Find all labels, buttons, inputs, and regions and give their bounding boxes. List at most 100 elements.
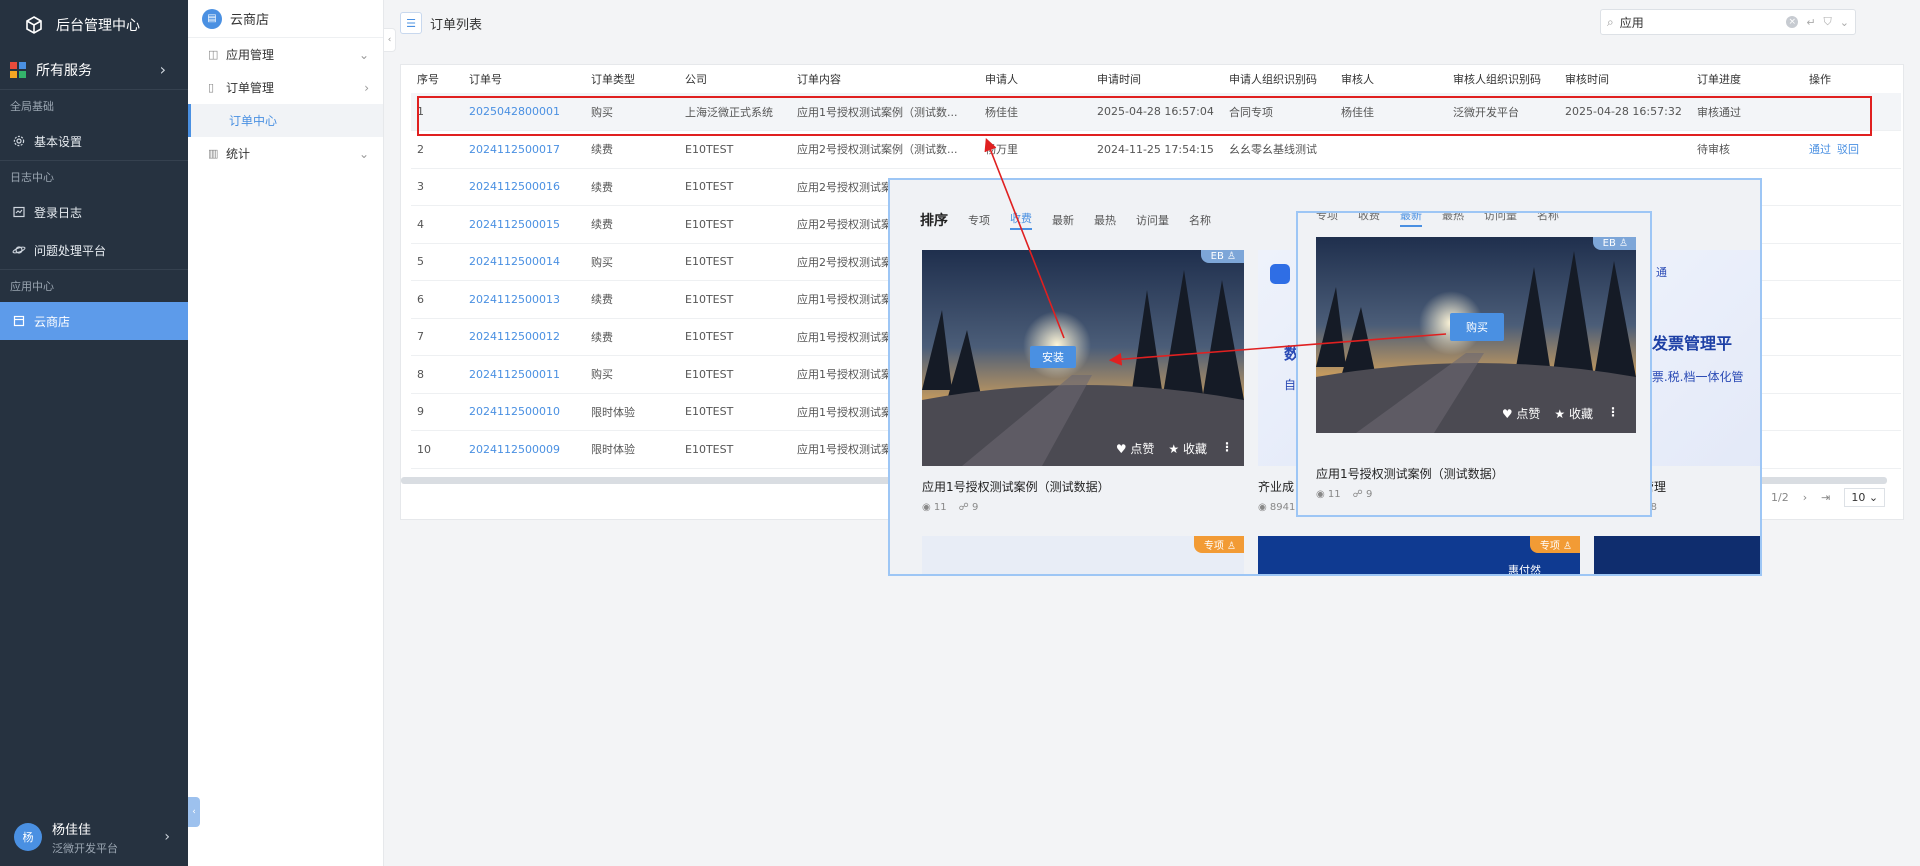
table-cell: E10TEST bbox=[679, 430, 791, 469]
order-number-link[interactable]: 2024112500014 bbox=[463, 243, 585, 281]
tab-name[interactable]: 名称 bbox=[1537, 213, 1559, 227]
reject-link[interactable]: 驳回 bbox=[1837, 143, 1859, 156]
buy-button[interactable]: 购买 bbox=[1450, 313, 1504, 341]
table-cell: E10TEST bbox=[679, 130, 791, 169]
tab-hottest[interactable]: 最热 bbox=[1442, 213, 1464, 227]
table-header: 序号 订单号 订单类型 公司 订单内容 申请人 申请时间 申请人组织识别码 审核人 审核人组织识别… bbox=[411, 65, 1901, 93]
install-button[interactable]: 安装 bbox=[1030, 346, 1076, 368]
approve-link[interactable]: 通过 bbox=[1809, 143, 1831, 156]
order-number-link[interactable]: 2024112500011 bbox=[463, 355, 585, 394]
more-icon[interactable]: ⋮ bbox=[1221, 440, 1233, 457]
subnav-item-app-management[interactable]: ◫ 应用管理 ⌄ bbox=[188, 38, 383, 71]
column-header: 订单号 bbox=[469, 73, 502, 86]
table-cell: 5 bbox=[411, 243, 463, 281]
tab-special[interactable]: 专项 bbox=[1316, 213, 1338, 227]
sidebar-item-basic-settings[interactable]: 基本设置 bbox=[0, 122, 188, 160]
app-card-title: 应用1号授权测试案例（测试数据） bbox=[1316, 467, 1504, 481]
buy-card-popup: 专项 收费 最新 最热 访问量 名称 EB ♙ 购买 ♥ 点赞 ★ 收藏 ⋮ 应… bbox=[1296, 211, 1652, 517]
order-number-link[interactable]: 2024112500012 bbox=[463, 318, 585, 356]
table-cell bbox=[1803, 393, 1901, 431]
badge-special: 专项 ♙ bbox=[1193, 536, 1244, 553]
table-cell: 幺幺零幺基线测试 bbox=[1223, 130, 1335, 169]
chevron-down-icon[interactable]: ⌄ bbox=[1840, 16, 1849, 29]
store-icon: ▤ bbox=[202, 8, 222, 29]
more-icon[interactable]: ⋮ bbox=[1607, 405, 1619, 422]
order-number-link[interactable]: 2024112500017 bbox=[463, 130, 585, 169]
badge-text: EB bbox=[1602, 238, 1616, 249]
subnav-item-label: 统计 bbox=[226, 147, 251, 161]
app-card-4[interactable]: 专项 ♙ bbox=[922, 536, 1244, 574]
tab-visits[interactable]: 访问量 bbox=[1484, 213, 1517, 227]
subnav-item-statistics[interactable]: ▥ 统计 ⌄ bbox=[188, 137, 383, 170]
column-header: 审核人组织识别码 bbox=[1453, 73, 1541, 86]
order-number-link[interactable]: 2024112500015 bbox=[463, 205, 585, 244]
tab-newest[interactable]: 最新 bbox=[1052, 212, 1074, 228]
page-size-select[interactable]: 10 ⌄ bbox=[1844, 488, 1886, 507]
order-number-link[interactable]: 2024112500013 bbox=[463, 280, 585, 319]
filter-icon[interactable]: ⛉ bbox=[1824, 15, 1832, 29]
all-services-button[interactable]: 所有服务 › bbox=[0, 50, 188, 90]
table-cell: 8 bbox=[411, 355, 463, 394]
sidebar-item-cloud-store[interactable]: 云商店 bbox=[0, 302, 188, 340]
user-profile[interactable]: 杨 杨佳佳 泛微开发平台 › bbox=[0, 808, 188, 866]
subnav-item-order-center[interactable]: 订单中心 bbox=[188, 104, 383, 137]
search-box: ⌕ × ↵ ⛉ ⌄ bbox=[1600, 9, 1856, 35]
order-number-link[interactable]: 2024112500010 bbox=[463, 393, 585, 431]
table-row[interactable]: 2 2024112500017 续费 E10TEST 应用2号授权测试案例（测试数...… bbox=[411, 130, 1901, 169]
collapse-subnav-button[interactable]: ‹ bbox=[384, 28, 396, 52]
views-count: 11 bbox=[1327, 489, 1341, 500]
app-card-5[interactable]: 专项 ♙ 惠付然 bbox=[1258, 536, 1580, 574]
favorite-label: 收藏 bbox=[1182, 442, 1207, 456]
clear-icon[interactable]: × bbox=[1786, 16, 1799, 28]
badge-special: 专项 ♙ bbox=[1529, 536, 1580, 553]
tab-paid[interactable]: 收费 bbox=[1010, 210, 1032, 230]
app-manage-icon: ◫ bbox=[208, 48, 219, 61]
tab-paid[interactable]: 收费 bbox=[1358, 213, 1380, 227]
like-button[interactable]: ♥ 点赞 bbox=[1502, 405, 1541, 422]
column-header: 订单进度 bbox=[1697, 73, 1741, 86]
views-stat: ◉ 11 bbox=[922, 502, 947, 513]
table-cell: E10TEST bbox=[679, 318, 791, 356]
like-button[interactable]: ♥ 点赞 bbox=[1116, 440, 1155, 457]
app-card-1[interactable]: EB ♙ 安装 ♥ 点赞 ★ 收藏 ⋮ bbox=[922, 250, 1244, 466]
subnav-item-label: 订单管理 bbox=[226, 81, 275, 95]
table-cell: 购买 bbox=[585, 355, 679, 394]
card-actions: ♥ 点赞 ★ 收藏 ⋮ bbox=[1116, 440, 1233, 457]
sidebar-item-issue-platform[interactable]: 问题处理平台 bbox=[0, 231, 188, 269]
enter-icon[interactable]: ↵ bbox=[1806, 16, 1815, 29]
tab-name[interactable]: 名称 bbox=[1189, 212, 1211, 228]
views-count: 11 bbox=[933, 502, 947, 513]
tab-newest[interactable]: 最新 bbox=[1400, 213, 1422, 227]
table-cell bbox=[1559, 130, 1691, 169]
apps-grid-icon bbox=[10, 61, 26, 78]
tab-special[interactable]: 专项 bbox=[968, 212, 990, 228]
sidebar-item-label: 问题处理平台 bbox=[34, 243, 107, 258]
column-header: 公司 bbox=[685, 73, 707, 86]
last-page-icon[interactable]: ⇥ bbox=[1821, 491, 1830, 504]
table-cell: 4 bbox=[411, 205, 463, 244]
user-org: 泛微开发平台 bbox=[52, 841, 118, 855]
table-cell: 续费 bbox=[585, 280, 679, 319]
card2-text-2: 自 bbox=[1284, 378, 1297, 392]
favorite-button[interactable]: ★ 收藏 bbox=[1554, 405, 1593, 422]
table-cell: 限时体验 bbox=[585, 430, 679, 469]
chevron-right-icon: › bbox=[364, 80, 369, 95]
order-number-link[interactable]: 2024112500009 bbox=[463, 430, 585, 469]
favorite-label: 收藏 bbox=[1568, 407, 1593, 421]
collapse-sidebar-button[interactable]: ‹ bbox=[188, 797, 200, 827]
app-card-6[interactable] bbox=[1594, 536, 1760, 574]
table-cell: E10TEST bbox=[679, 168, 791, 206]
tab-visits[interactable]: 访问量 bbox=[1136, 212, 1169, 228]
subnav-item-order-management[interactable]: ▯ 订单管理 › bbox=[188, 71, 383, 104]
table-cell: 3 bbox=[411, 168, 463, 206]
app-card-buy[interactable]: EB ♙ 购买 ♥ 点赞 ★ 收藏 ⋮ bbox=[1316, 237, 1636, 433]
sidebar-item-login-log[interactable]: 登录日志 bbox=[0, 193, 188, 231]
next-page-icon[interactable]: › bbox=[1803, 491, 1807, 504]
table-cell bbox=[1803, 205, 1901, 244]
uses-count: 9 bbox=[1365, 489, 1373, 500]
order-number-link[interactable]: 2024112500016 bbox=[463, 168, 585, 206]
search-input[interactable] bbox=[1619, 15, 1783, 29]
favorite-button[interactable]: ★ 收藏 bbox=[1168, 440, 1207, 457]
tab-hottest[interactable]: 最热 bbox=[1094, 212, 1116, 228]
table-cell: 通过 驳回 bbox=[1803, 130, 1901, 169]
